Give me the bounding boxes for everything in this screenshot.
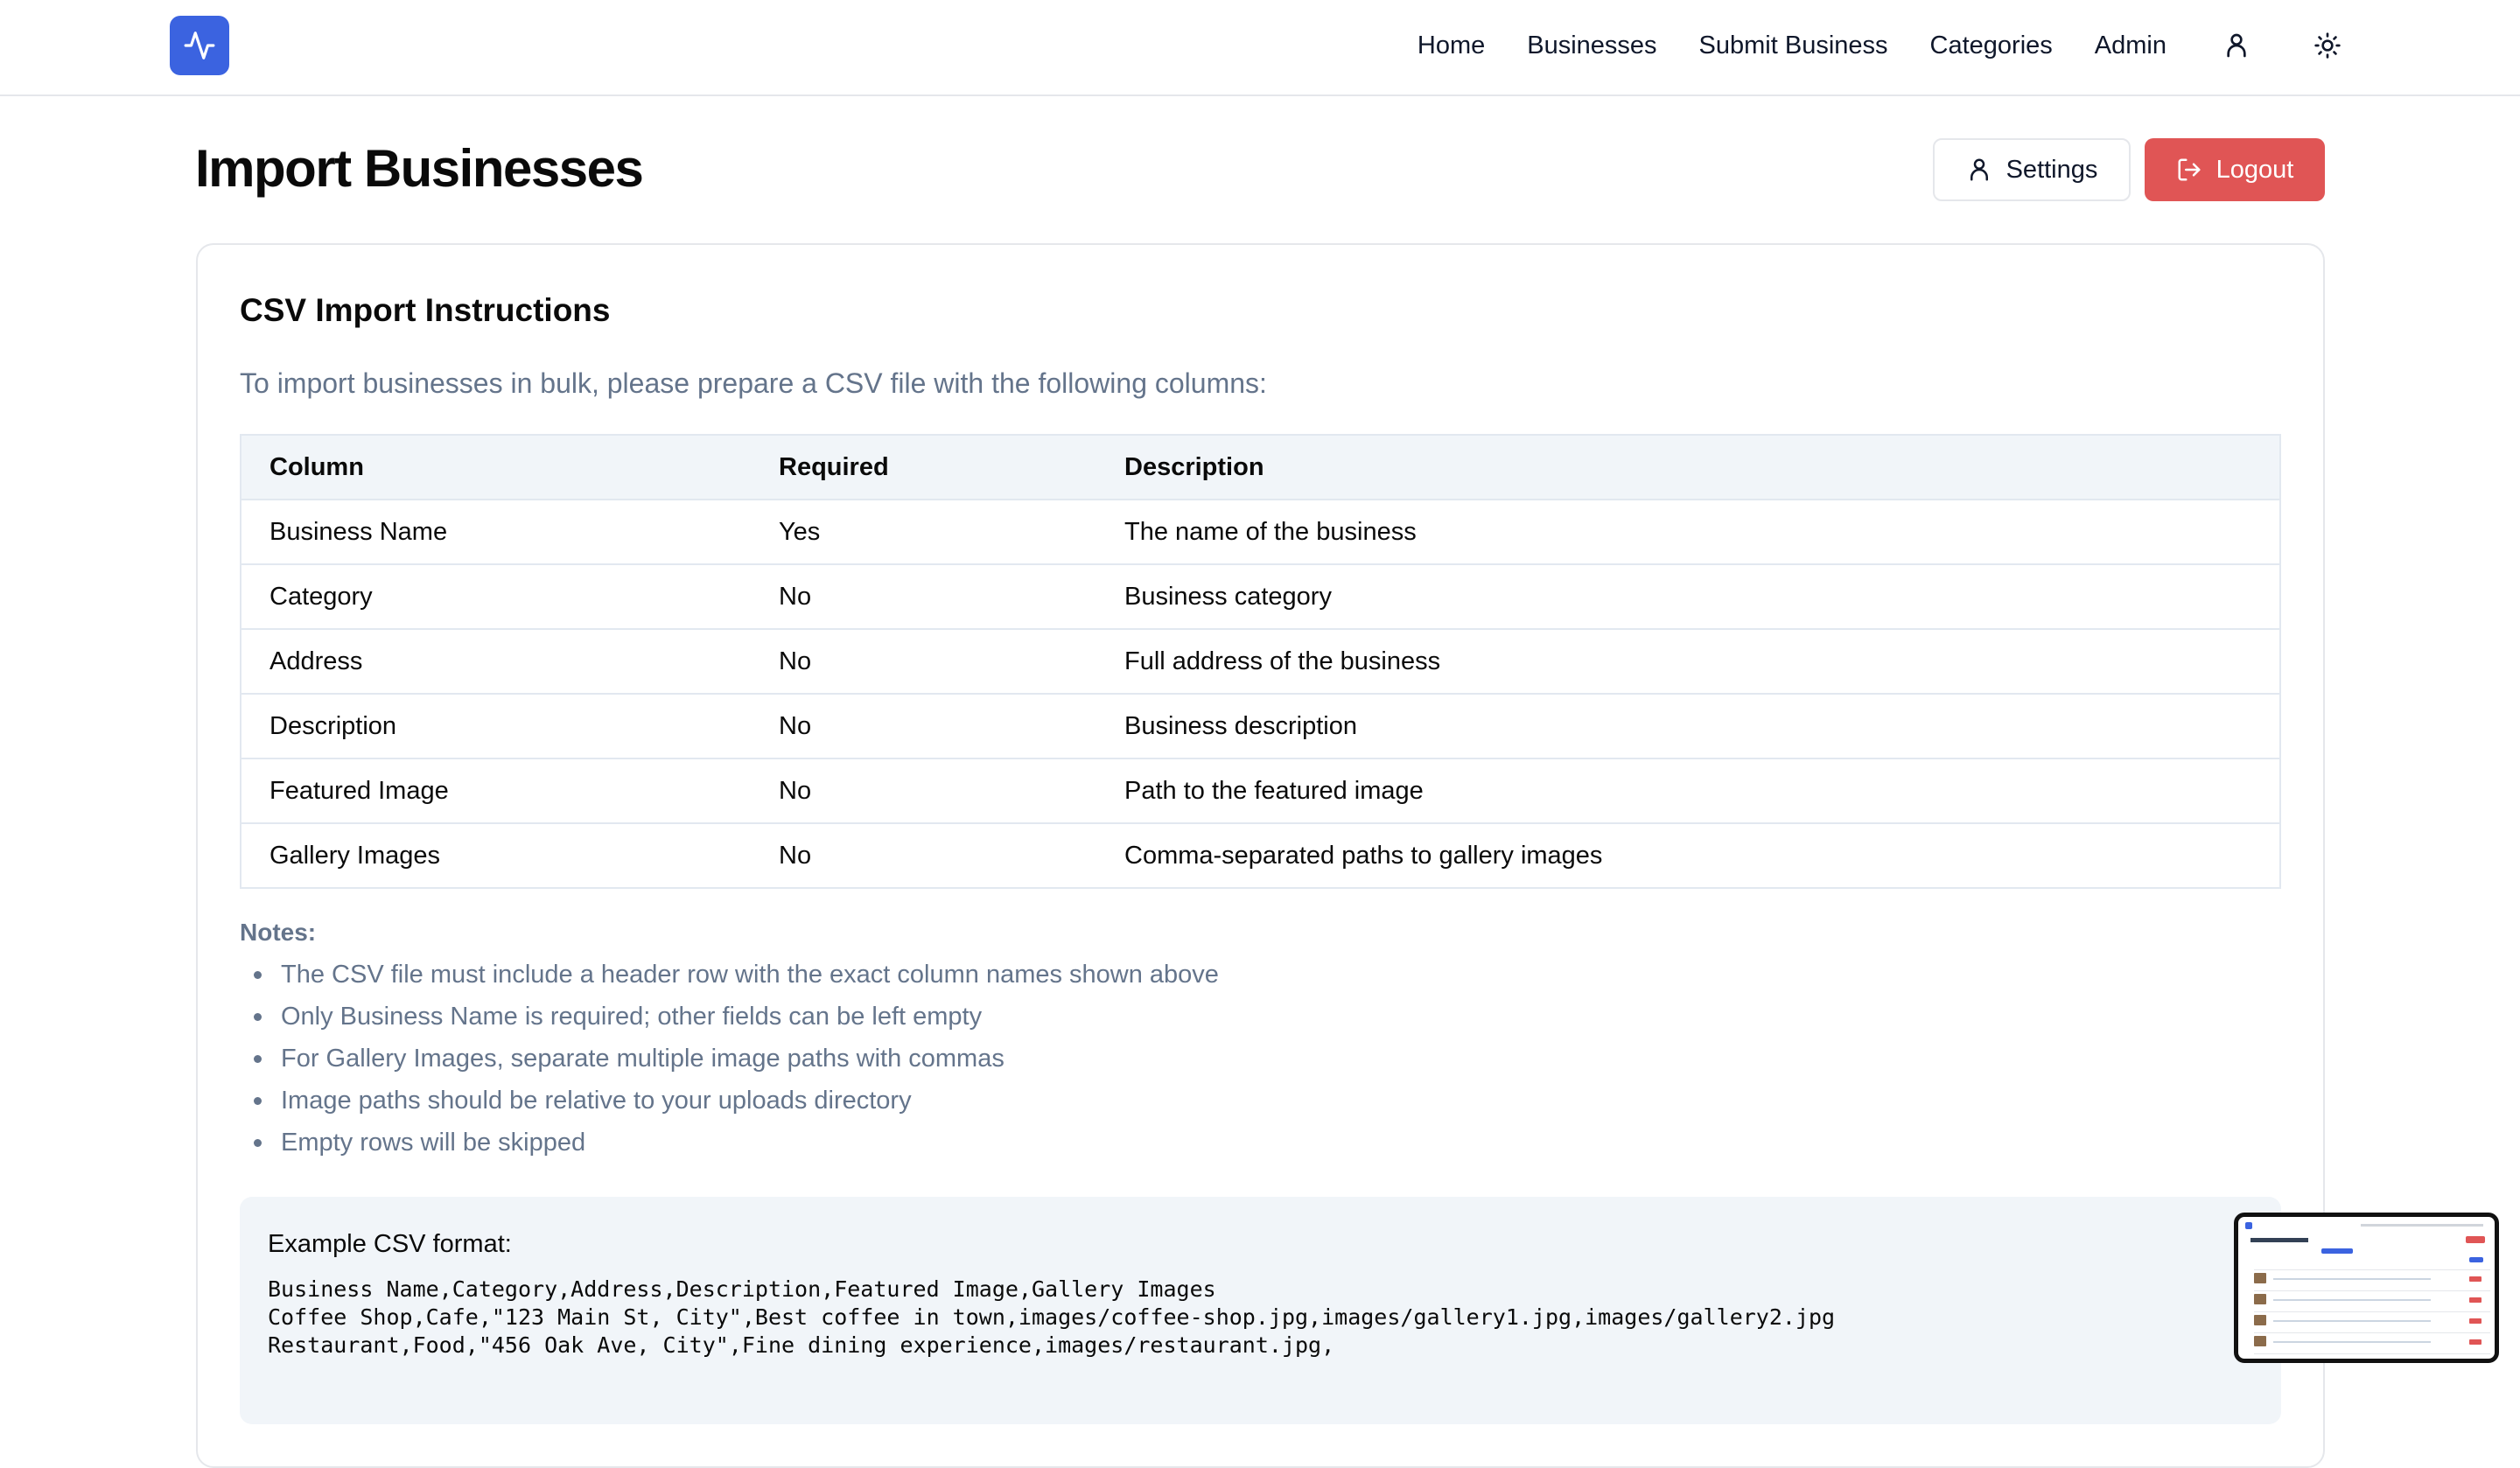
example-csv-box: Example CSV format: Business Name,Catego… bbox=[240, 1197, 2281, 1424]
table-cell-required: No bbox=[779, 647, 812, 675]
note-item: The CSV file must include a header row w… bbox=[254, 954, 1219, 996]
user-icon bbox=[2227, 33, 2246, 58]
table-cell-column: Address bbox=[270, 647, 363, 675]
table-header-description: Description bbox=[1124, 452, 1264, 481]
logout-button-label: Logout bbox=[2216, 155, 2294, 184]
table-cell-description: The name of the business bbox=[1124, 517, 1417, 546]
table-cell-required: No bbox=[779, 776, 812, 805]
table-header-required: Required bbox=[779, 452, 889, 481]
note-item: Empty rows will be skipped bbox=[254, 1122, 1219, 1164]
table-row: Description No Business description bbox=[242, 693, 2279, 758]
logout-button[interactable]: Logout bbox=[2145, 138, 2325, 201]
table-cell-column: Category bbox=[270, 582, 373, 611]
instructions-card: CSV Import Instructions To import busine… bbox=[196, 243, 2325, 1468]
settings-button[interactable]: Settings bbox=[1933, 138, 2131, 201]
nav-links: Home Businesses Submit Business Categori… bbox=[1376, 0, 2345, 91]
table-cell-description: Business description bbox=[1124, 711, 1357, 740]
sun-icon bbox=[2314, 32, 2341, 59]
nav-link-admin[interactable]: Admin bbox=[2095, 31, 2166, 60]
table-cell-column: Description bbox=[270, 711, 397, 740]
nav-link-submit-business[interactable]: Submit Business bbox=[1699, 31, 1888, 60]
screen-preview-thumbnail[interactable] bbox=[2234, 1213, 2499, 1363]
note-item: Only Business Name is required; other fi… bbox=[254, 996, 1219, 1038]
example-code[interactable]: Business Name,Category,Address,Descripti… bbox=[268, 1276, 1835, 1360]
table-cell-description: Full address of the business bbox=[1124, 647, 1441, 675]
nav-link-categories[interactable]: Categories bbox=[1930, 31, 2053, 60]
user-menu-button[interactable] bbox=[2219, 28, 2254, 63]
table-cell-column: Gallery Images bbox=[270, 841, 441, 870]
app-logo[interactable] bbox=[170, 16, 229, 75]
table-header-column: Column bbox=[270, 452, 364, 481]
table-cell-column: Featured Image bbox=[270, 776, 449, 805]
settings-button-label: Settings bbox=[2006, 155, 2098, 184]
note-item: For Gallery Images, separate multiple im… bbox=[254, 1038, 1219, 1080]
table-header-row: Column Required Description bbox=[242, 436, 2279, 499]
table-cell-description: Comma-separated paths to gallery images bbox=[1124, 841, 1603, 870]
table-row: Gallery Images No Comma-separated paths … bbox=[242, 822, 2279, 887]
columns-table: Column Required Description Business Nam… bbox=[240, 434, 2281, 889]
table-cell-description: Path to the featured image bbox=[1124, 776, 1424, 805]
table-row: Address No Full address of the business bbox=[242, 628, 2279, 693]
table-cell-required: No bbox=[779, 841, 812, 870]
table-cell-required: Yes bbox=[779, 517, 821, 546]
example-code-line: Restaurant,Food,"456 Oak Ave, City",Fine… bbox=[268, 1332, 1335, 1358]
card-title: CSV Import Instructions bbox=[240, 292, 611, 328]
table-cell-description: Business category bbox=[1124, 582, 1332, 611]
activity-icon bbox=[184, 31, 215, 59]
example-title: Example CSV format: bbox=[268, 1230, 512, 1258]
table-cell-column: Business Name bbox=[270, 517, 448, 546]
table-row: Featured Image No Path to the featured i… bbox=[242, 758, 2279, 822]
top-navbar: Home Businesses Submit Business Categori… bbox=[0, 0, 2520, 96]
page-title: Import Businesses bbox=[195, 139, 644, 198]
example-code-line: Business Name,Category,Address,Descripti… bbox=[268, 1276, 1216, 1302]
theme-toggle-button[interactable] bbox=[2310, 28, 2345, 63]
note-item: Image paths should be relative to your u… bbox=[254, 1080, 1219, 1122]
table-row: Business Name Yes The name of the busine… bbox=[242, 499, 2279, 563]
notes-title: Notes: bbox=[240, 919, 317, 946]
logout-icon bbox=[2176, 157, 2202, 183]
notes-list: The CSV file must include a header row w… bbox=[254, 954, 1219, 1164]
table-row: Category No Business category bbox=[242, 563, 2279, 628]
nav-link-home[interactable]: Home bbox=[1418, 31, 1485, 60]
intro-text: To import businesses in bulk, please pre… bbox=[240, 367, 1267, 399]
table-cell-required: No bbox=[779, 582, 812, 611]
nav-link-businesses[interactable]: Businesses bbox=[1527, 31, 1656, 60]
table-cell-required: No bbox=[779, 711, 812, 740]
user-icon bbox=[1966, 157, 1992, 183]
example-code-line: Coffee Shop,Cafe,"123 Main St, City",Bes… bbox=[268, 1304, 1836, 1330]
